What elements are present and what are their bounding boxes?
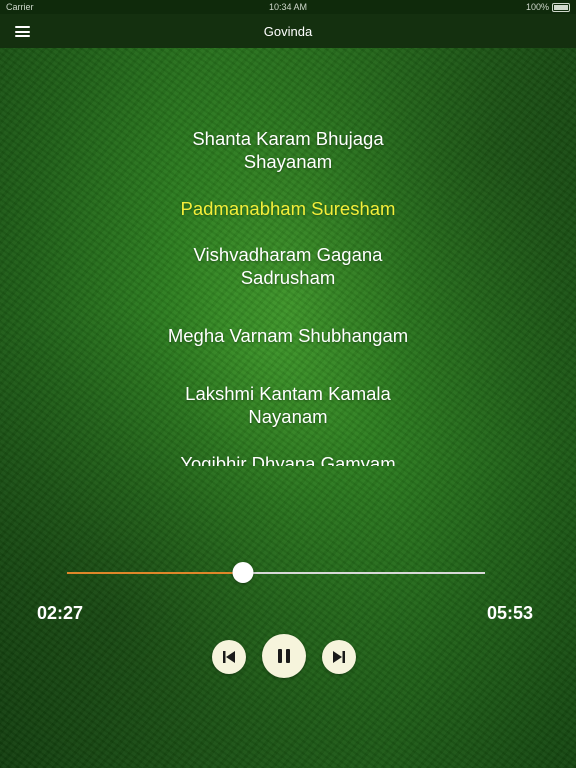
navigation-bar: Govinda bbox=[0, 14, 576, 48]
carrier-label: Carrier bbox=[6, 2, 34, 12]
lyric-line: Vishvadharam Gagana Sadrusham bbox=[193, 244, 383, 288]
hamburger-menu-icon[interactable] bbox=[15, 26, 30, 37]
total-time: 05:53 bbox=[486, 603, 533, 623]
lyric-line: Shanta Karam Bhujaga Shayanam bbox=[192, 128, 384, 172]
elapsed-time: 02:27 bbox=[37, 603, 84, 623]
battery-label: 100% bbox=[525, 1, 549, 12]
lyric-line: Lakshmi Kantam Kamala Nayanam bbox=[185, 383, 391, 427]
skip-next-icon bbox=[333, 651, 345, 663]
battery-indicator: 100% bbox=[525, 1, 570, 13]
next-button[interactable] bbox=[322, 640, 356, 674]
skip-previous-icon bbox=[223, 651, 235, 663]
status-bar: Carrier 10:34 AM 100% bbox=[0, 0, 576, 14]
page-title: Govinda bbox=[263, 23, 313, 39]
battery-icon bbox=[552, 3, 570, 13]
status-time: 10:34 AM bbox=[268, 2, 308, 12]
progress-thumb[interactable] bbox=[232, 562, 254, 583]
pause-icon bbox=[278, 649, 290, 663]
lyrics-list[interactable]: Shanta Karam Bhujaga Shayanam Padmanabha… bbox=[0, 110, 576, 466]
previous-button[interactable] bbox=[212, 640, 246, 674]
progress-slider[interactable] bbox=[67, 562, 485, 583]
play-pause-button[interactable] bbox=[262, 634, 306, 678]
progress-fill bbox=[67, 572, 243, 574]
lyric-line-active: Padmanabham Suresham bbox=[180, 198, 396, 219]
lyric-line: Yogibhir Dhyana Gamyam bbox=[180, 453, 396, 466]
lyric-line: Megha Varnam Shubhangam bbox=[167, 325, 409, 346]
